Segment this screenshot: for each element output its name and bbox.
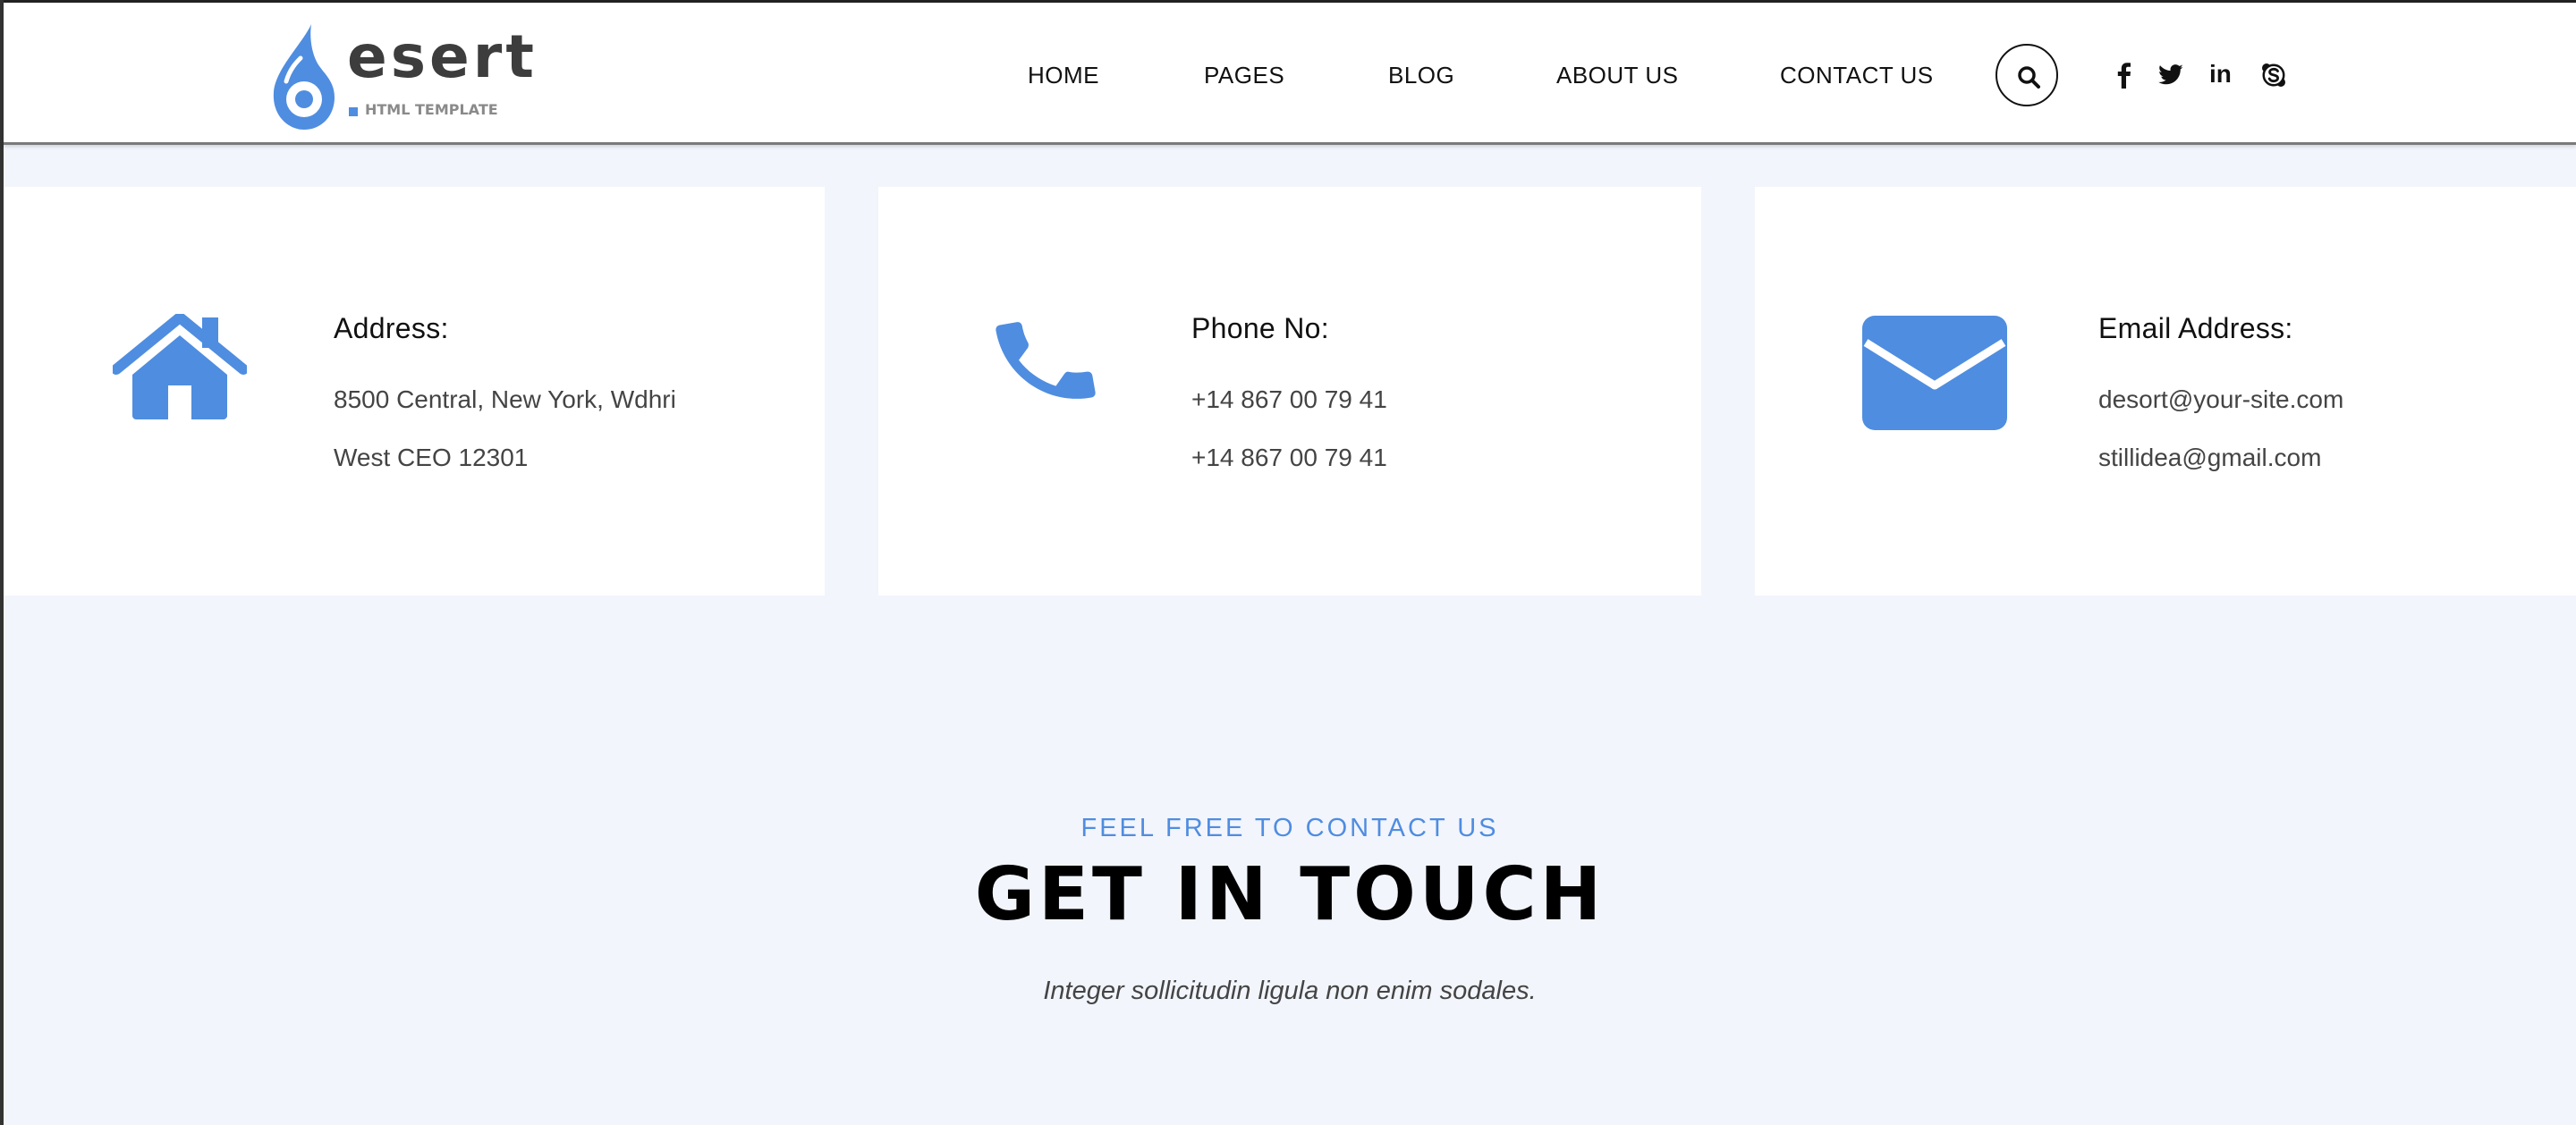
envelope-icon — [1862, 316, 2007, 430]
skype-icon — [2262, 63, 2285, 87]
logo-drop-icon — [273, 24, 335, 130]
linkedin-icon[interactable]: in — [2209, 60, 2232, 89]
address-title: Address: — [334, 312, 449, 344]
site-logo[interactable]: esert HTML TEMPLATE — [270, 22, 534, 131]
house-icon — [113, 314, 247, 419]
phone-icon — [996, 322, 1096, 399]
site-header: esert HTML TEMPLATE HOME PAGES BLOG ABOU… — [4, 0, 2576, 145]
search-icon — [2018, 66, 2040, 89]
facebook-link[interactable] — [2111, 62, 2138, 89]
skype-link[interactable] — [2260, 62, 2287, 89]
address-line-1: 8500 Central, New York, Wdhri — [334, 385, 676, 413]
nav-blog[interactable]: BLOG — [1388, 62, 1454, 89]
search-button[interactable] — [1996, 44, 2058, 106]
section-kicker: FEEL FREE TO CONTACT US — [1080, 814, 1499, 842]
section-heading: GET IN TOUCH — [974, 852, 1606, 937]
email-line-1[interactable]: desort@your-site.com — [2098, 385, 2343, 414]
facebook-icon — [2117, 63, 2131, 89]
phone-line-1[interactable]: +14 867 00 79 41 — [1191, 385, 1387, 414]
twitter-icon — [2158, 64, 2183, 85]
nav-contact-us[interactable]: CONTACT US — [1780, 62, 1934, 89]
nav-home[interactable]: HOME — [1028, 62, 1099, 89]
twitter-link[interactable] — [2157, 62, 2184, 89]
phone-title: Phone No: — [1191, 312, 1329, 344]
phone-card: Phone No: +14 867 00 79 41 +14 867 00 79… — [878, 187, 1701, 596]
nav-pages[interactable]: PAGES — [1204, 62, 1284, 89]
address-line-2: West CEO 12301 — [334, 444, 529, 471]
address-card: Address: 8500 Central, New York, Wdhri W… — [4, 187, 825, 596]
logo-tagline: HTML TEMPLATE — [365, 101, 498, 118]
logo-square — [349, 107, 358, 116]
email-card: Email Address: desort@your-site.com stil… — [1755, 187, 2576, 596]
phone-line-2[interactable]: +14 867 00 79 41 — [1191, 444, 1387, 472]
email-title: Email Address: — [2098, 312, 2293, 344]
email-line-2[interactable]: stillidea@gmail.com — [2098, 444, 2321, 472]
nav-about-us[interactable]: ABOUT US — [1556, 62, 1678, 89]
logo-wordmark: esert — [347, 22, 538, 91]
section-subtext: Integer sollicitudin ligula non enim sod… — [1043, 977, 1537, 1005]
